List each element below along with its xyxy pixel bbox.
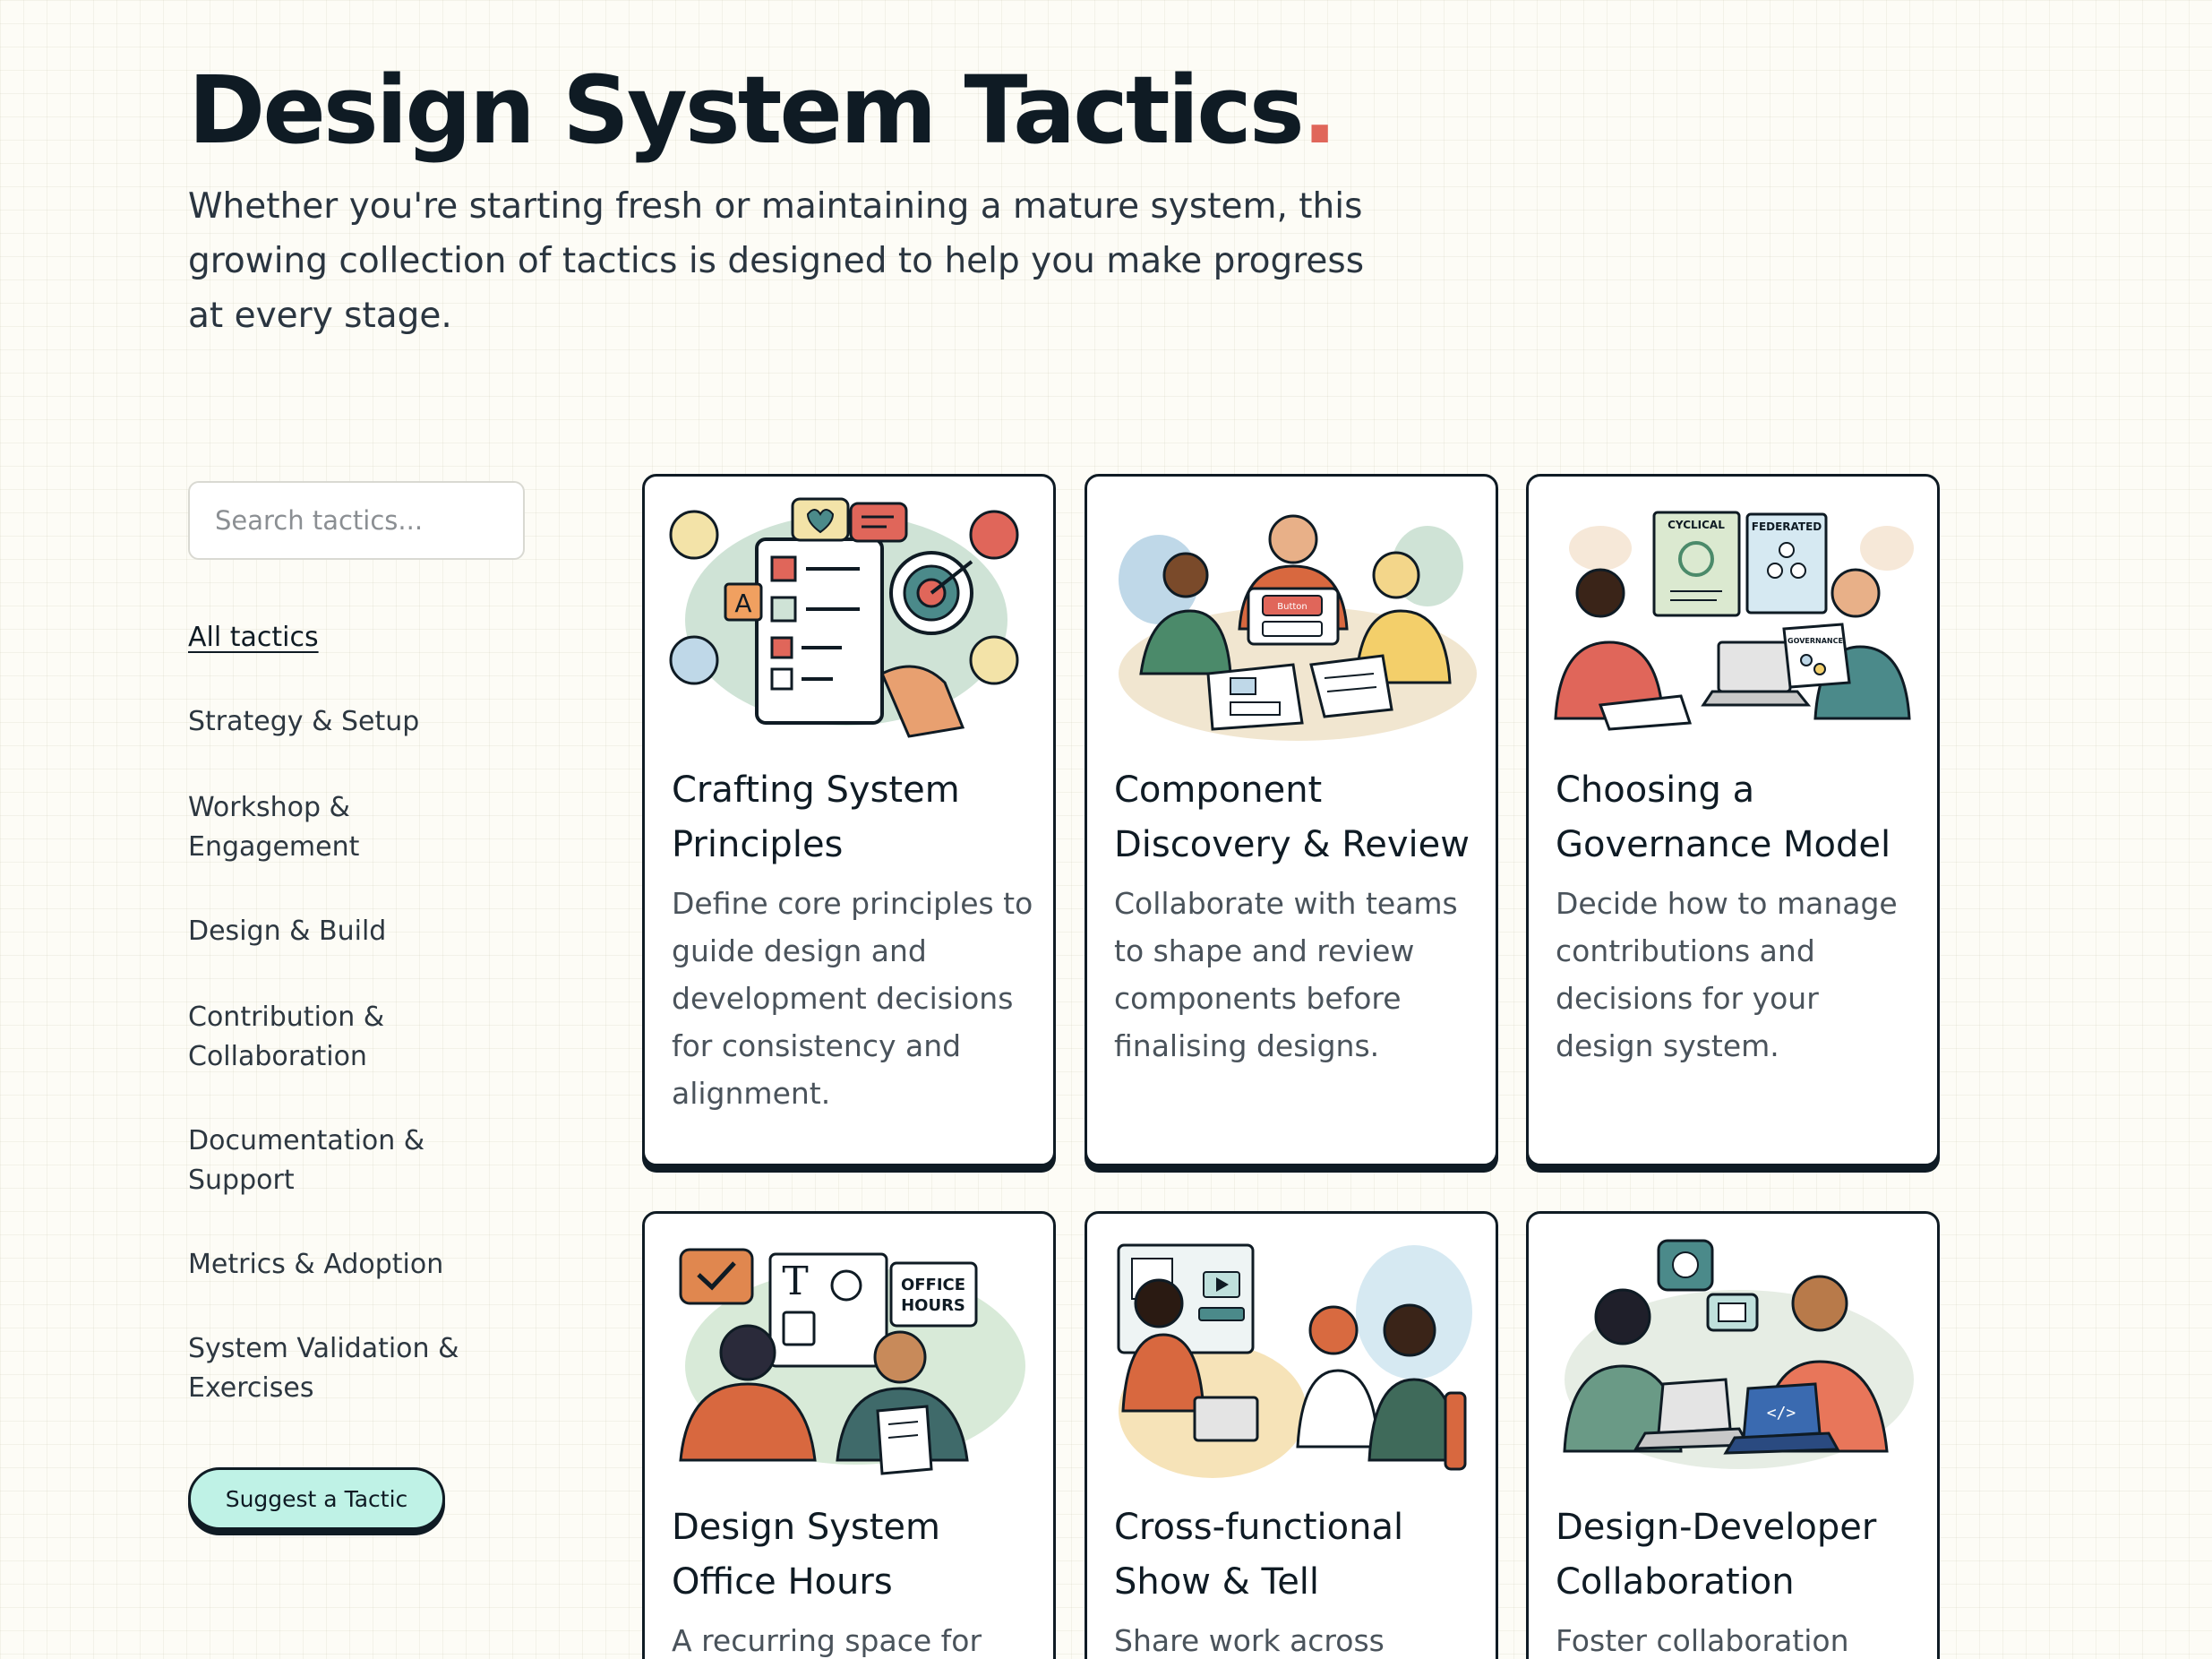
nav-item-strategy-setup[interactable]: Strategy & Setup [188, 702, 484, 742]
show-and-tell-illustration [1117, 1243, 1472, 1478]
page-title-text: Design System Tactics [188, 56, 1305, 165]
card-title: Choosing a Governance Model [1556, 769, 1891, 865]
svg-text:A: A [734, 589, 751, 618]
intro-text: Whether you're starting fresh or maintai… [188, 186, 1365, 336]
card-description: Foster collaboration [1556, 1623, 1849, 1658]
principles-illustration: A [669, 497, 1019, 738]
card-title: Crafting System Principles [672, 769, 960, 865]
nav-item-metrics-adoption[interactable]: Metrics & Adoption [188, 1245, 484, 1285]
tactic-card-component-discovery[interactable]: Button Component Discovery & Review Coll… [1085, 474, 1498, 1166]
nav-item-design-build[interactable]: Design & Build [188, 912, 484, 951]
nav-item-documentation-support[interactable]: Documentation & Support [188, 1122, 484, 1200]
tactic-card-design-dev-collaboration[interactable]: </> Design-Developer Collaboration Foste… [1526, 1211, 1940, 1659]
nav-item-system-validation[interactable]: System Validation & Exercises [188, 1329, 484, 1408]
tactic-card-office-hours[interactable]: T OFFICE HOURS Design System Office Hour… [642, 1211, 1056, 1659]
svg-text:</>: </> [1767, 1404, 1796, 1423]
governance-illustration: CYCLICAL FEDERATED GOVERNANCE [1554, 511, 1914, 731]
tactic-card-system-principles[interactable]: A Crafting System Principles Define core… [642, 474, 1056, 1166]
nav-item-contribution-collaboration[interactable]: Contribution & Collaboration [188, 998, 484, 1077]
illus-office-label: OFFICE [901, 1276, 965, 1294]
title-accent-dot: . [1301, 56, 1337, 165]
office-hours-illustration: T OFFICE HOURS [679, 1248, 1025, 1475]
card-description: Collaborate with teams to shape and revi… [1114, 886, 1458, 1063]
illus-hours-label: HOURS [901, 1296, 965, 1315]
card-title: Design-Developer Collaboration [1556, 1507, 1877, 1603]
illus-button-label: Button [1277, 602, 1307, 612]
tactic-card-show-and-tell[interactable]: Cross-functional Show & Tell Share work … [1085, 1211, 1498, 1659]
card-description: Share work across [1114, 1623, 1385, 1658]
suggest-tactic-button[interactable]: Suggest a Tactic [188, 1467, 445, 1530]
nav-item-all-tactics[interactable]: All tactics [188, 618, 484, 658]
tactic-card-governance-model[interactable]: CYCLICAL FEDERATED GOVERNANCE Choosing a… [1526, 474, 1940, 1166]
card-title: Design System Office Hours [672, 1507, 940, 1603]
card-description: A recurring space for [672, 1623, 982, 1658]
illus-cyclical-label: CYCLICAL [1668, 519, 1725, 531]
page-title: Design System Tactics. [188, 56, 1337, 165]
search-box[interactable] [188, 481, 525, 560]
component-review-illustration: Button [1119, 514, 1477, 741]
card-title: Cross-functional Show & Tell [1114, 1507, 1404, 1603]
card-description: Decide how to manage contributions and d… [1556, 886, 1898, 1063]
svg-text:T: T [782, 1259, 808, 1304]
design-dev-illustration: </> [1563, 1239, 1914, 1469]
illus-federated-label: FEDERATED [1752, 520, 1822, 533]
nav-item-workshop-engagement[interactable]: Workshop & Engagement [188, 788, 484, 867]
search-input[interactable] [215, 505, 523, 536]
illus-governance-label: GOVERNANCE [1788, 637, 1843, 645]
card-description: Define core principles to guide design a… [672, 886, 1033, 1111]
card-title: Component Discovery & Review [1114, 769, 1470, 865]
